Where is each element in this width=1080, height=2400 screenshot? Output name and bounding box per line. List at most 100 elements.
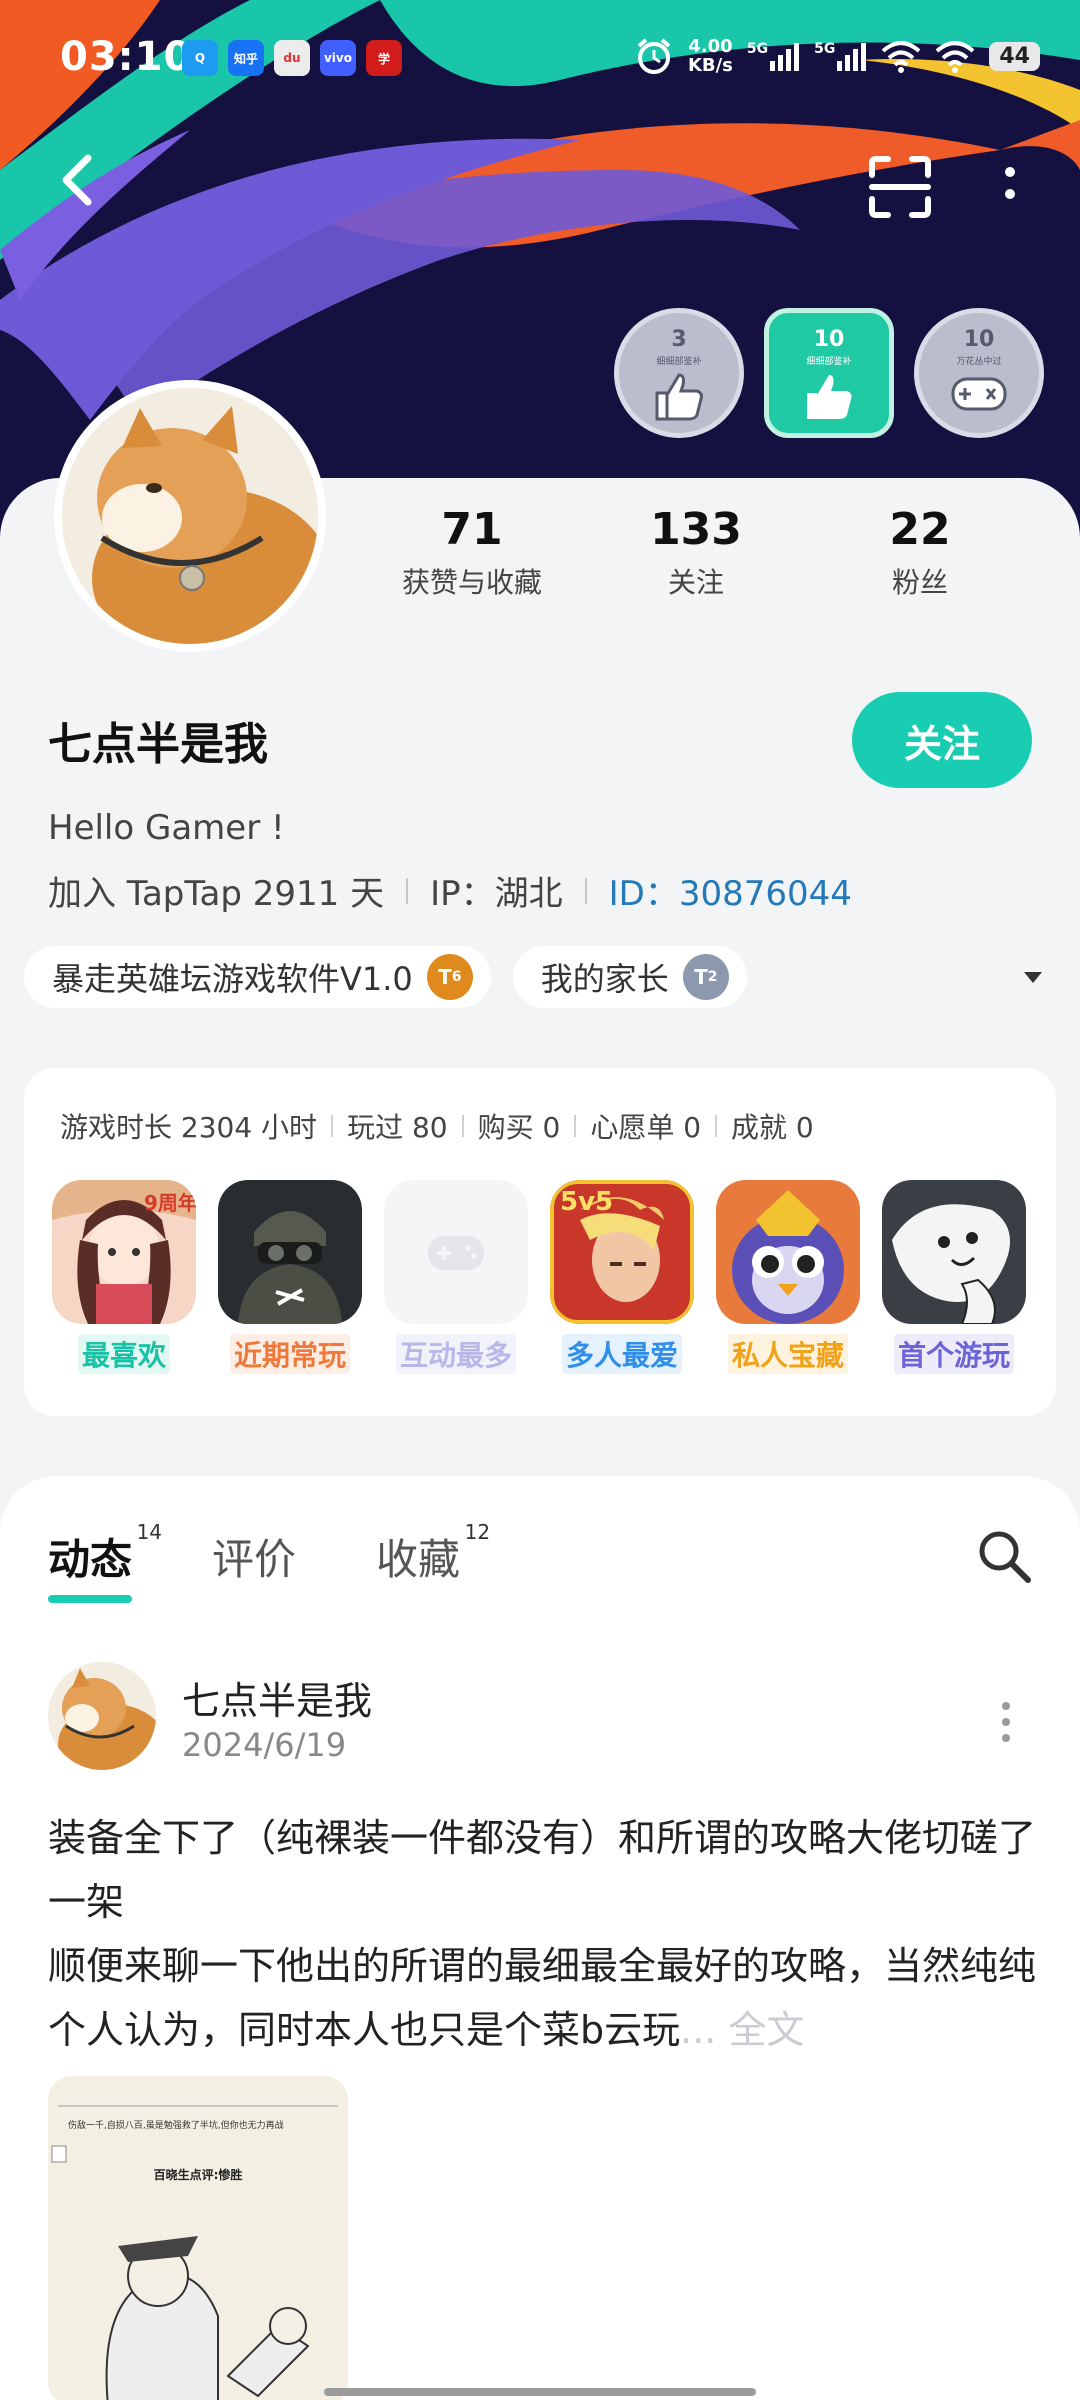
level-badge-icon: T2 [682,954,729,1000]
follow-button[interactable]: 关注 [852,692,1032,788]
game-multiplayer[interactable]: 5v5 多人最爱 [550,1180,694,1374]
badge-thumbs-3[interactable]: 3 细细部鉴补 [614,308,744,438]
game-icon [882,1180,1026,1324]
stat-purchased[interactable]: 购买 0 [478,1106,561,1146]
cat-avatar-image [48,1662,156,1770]
wifi-icon [882,41,921,73]
game-icon [716,1180,860,1324]
tab-favorites[interactable]: 收藏 12 [376,1520,490,1587]
thumbs-up-icon [655,373,703,421]
activity-feed: 动态 14 评价 收藏 12 七点半是我 2024/6/19 装备全下了（纯裸装… [0,1476,1080,2400]
anniversary-badge-text: 9周年 [144,1191,196,1215]
game-favorite[interactable]: 9周年 最喜欢 [52,1180,196,1374]
expand-tags-icon[interactable] [1024,971,1042,983]
game-label: 最喜欢 [77,1334,170,1374]
more-vertical-icon[interactable] [990,158,1030,218]
alarm-icon [637,38,671,74]
tab-reviews[interactable]: 评价 [212,1526,296,1587]
game-icon: 5v5 [550,1180,694,1324]
map-icon: du [274,40,310,76]
network-speed-value: 4.00 [688,36,733,57]
profile-meta: 加入 TapTap 2911 天 IP：湖北 ID：30876044 [48,866,852,915]
tab-activity[interactable]: 动态 14 [48,1520,162,1603]
profile-stats: 71 获赞与收藏 133 关注 22 粉丝 [360,504,1060,601]
scan-icon[interactable] [868,155,932,219]
battery-indicator: 44 [989,41,1040,71]
game-most-interactive[interactable]: 互动最多 [384,1180,528,1374]
game-stats: 游戏时长 2304 小时 玩过 80 购买 0 心愿单 0 成就 0 [60,1106,814,1146]
badge-count: 10 [813,327,845,352]
join-duration: 加入 TapTap 2911 天 [48,874,385,914]
divider [461,1115,464,1137]
study-icon: 学 [366,40,402,76]
avatar[interactable] [54,380,326,652]
signal-icon-1: 5G [747,41,800,71]
stat-followers[interactable]: 22 粉丝 [808,504,1032,601]
gamepad-icon [428,1236,484,1270]
user-id[interactable]: ID：30876044 [609,866,852,915]
badge-caption: 细细部鉴补 [806,357,852,367]
sketch-character-game-icon [882,1180,1026,1324]
home-indicator[interactable] [324,2388,756,2396]
zhihu-icon: 知乎 [228,40,264,76]
game-recent[interactable]: 近期常玩 [218,1180,362,1374]
post-body[interactable]: 装备全下了（纯裸装一件都没有）和所谓的攻略大佬切磋了一架 顺便来聊一下他出的所谓… [48,1806,1038,2062]
user-id-value: 30876044 [678,874,852,914]
tab-label: 评价 [212,1535,297,1584]
back-arrow-icon[interactable] [50,150,110,210]
badge-caption: 细细部鉴补 [656,357,702,367]
stat-label: 关注 [667,566,724,599]
hero-game-icon: 5v5 [550,1180,694,1324]
tag-label: 暴走英雄坛游戏软件V1.0 [52,960,413,998]
badge-count: 10 [963,327,995,352]
network-speed-unit: KB/s [687,55,733,76]
user-id-label: ID： [608,874,679,914]
game-summary-card: 游戏时长 2304 小时 玩过 80 购买 0 心愿单 0 成就 0 9周年 最… [24,1068,1056,1416]
divider [584,877,587,904]
achievement-badges: 3 细细部鉴补 10 细细部鉴补 10 万花丛中过 [614,308,1044,438]
stat-value: 22 [889,504,951,555]
game-label: 首个游玩 [893,1334,1014,1374]
stat-wishlist[interactable]: 心愿单 0 [590,1106,701,1146]
tab-label: 收藏 [376,1535,461,1584]
stat-value: 71 [441,504,503,555]
game-icon-placeholder [384,1180,528,1324]
post-text-paragraph: 装备全下了（纯裸装一件都没有）和所谓的攻略大佬切磋了一架 [48,1816,1037,1924]
tag-label: 我的家长 [540,960,669,998]
badge-gamepad-10[interactable]: 10 万花丛中过 [914,308,1044,438]
gamepad-icon [951,377,1007,411]
stat-achievements[interactable]: 成就 0 [731,1106,814,1146]
game-private-treasure[interactable]: 私人宝藏 [716,1180,860,1374]
ip-location: IP：湖北 [430,874,563,914]
stat-label: 粉丝 [891,566,948,599]
tab-count: 14 [136,1520,163,1544]
signal-label: 5G [746,41,769,57]
game-label: 私人宝藏 [727,1334,848,1374]
stat-likes[interactable]: 71 获赞与收藏 [360,504,584,601]
divider [715,1115,718,1137]
search-icon[interactable] [974,1526,1034,1586]
tag-parent[interactable]: 我的家长 T2 [512,946,747,1008]
anime-girl-game-icon: 9周年 [52,1180,196,1324]
status-notification-icons: Q 知乎 du vivo 学 [182,40,402,76]
read-more-link[interactable]: ... 全文 [680,2008,804,2052]
game-label: 互动最多 [395,1334,516,1374]
vivo-icon: vivo [320,40,356,76]
tab-label: 动态 [48,1535,133,1584]
game-first-played[interactable]: 首个游玩 [882,1180,1026,1374]
soldier-game-icon [218,1180,362,1324]
post-author-avatar[interactable] [48,1662,156,1770]
tag-game-developer[interactable]: 暴走英雄坛游戏软件V1.0 T6 [24,946,491,1008]
post-image[interactable]: 伤敌一千,自损八百,虽是勉强救了半坑,但你也无力再战 百晓生点评:惨胜 [48,2076,348,2400]
developer-tags: 暴走英雄坛游戏软件V1.0 T6 我的家长 T2 [24,946,1064,1008]
stat-playtime[interactable]: 游戏时长 2304 小时 [60,1106,317,1146]
signal-bars-icon [837,43,867,71]
game-label: 多人最爱 [561,1334,682,1374]
featured-games: 9周年 最喜欢 近期常玩 互动最多 5v5 多人最爱 私人宝藏 首个游玩 [52,1180,1026,1374]
stat-following[interactable]: 133 关注 [584,504,808,601]
badge-count: 3 [671,327,687,352]
post-more-icon[interactable] [986,1692,1026,1752]
badge-thumbs-10[interactable]: 10 细细部鉴补 [764,308,894,438]
stat-played[interactable]: 玩过 80 [347,1106,448,1146]
post-author-name[interactable]: 七点半是我 [182,1670,372,1725]
